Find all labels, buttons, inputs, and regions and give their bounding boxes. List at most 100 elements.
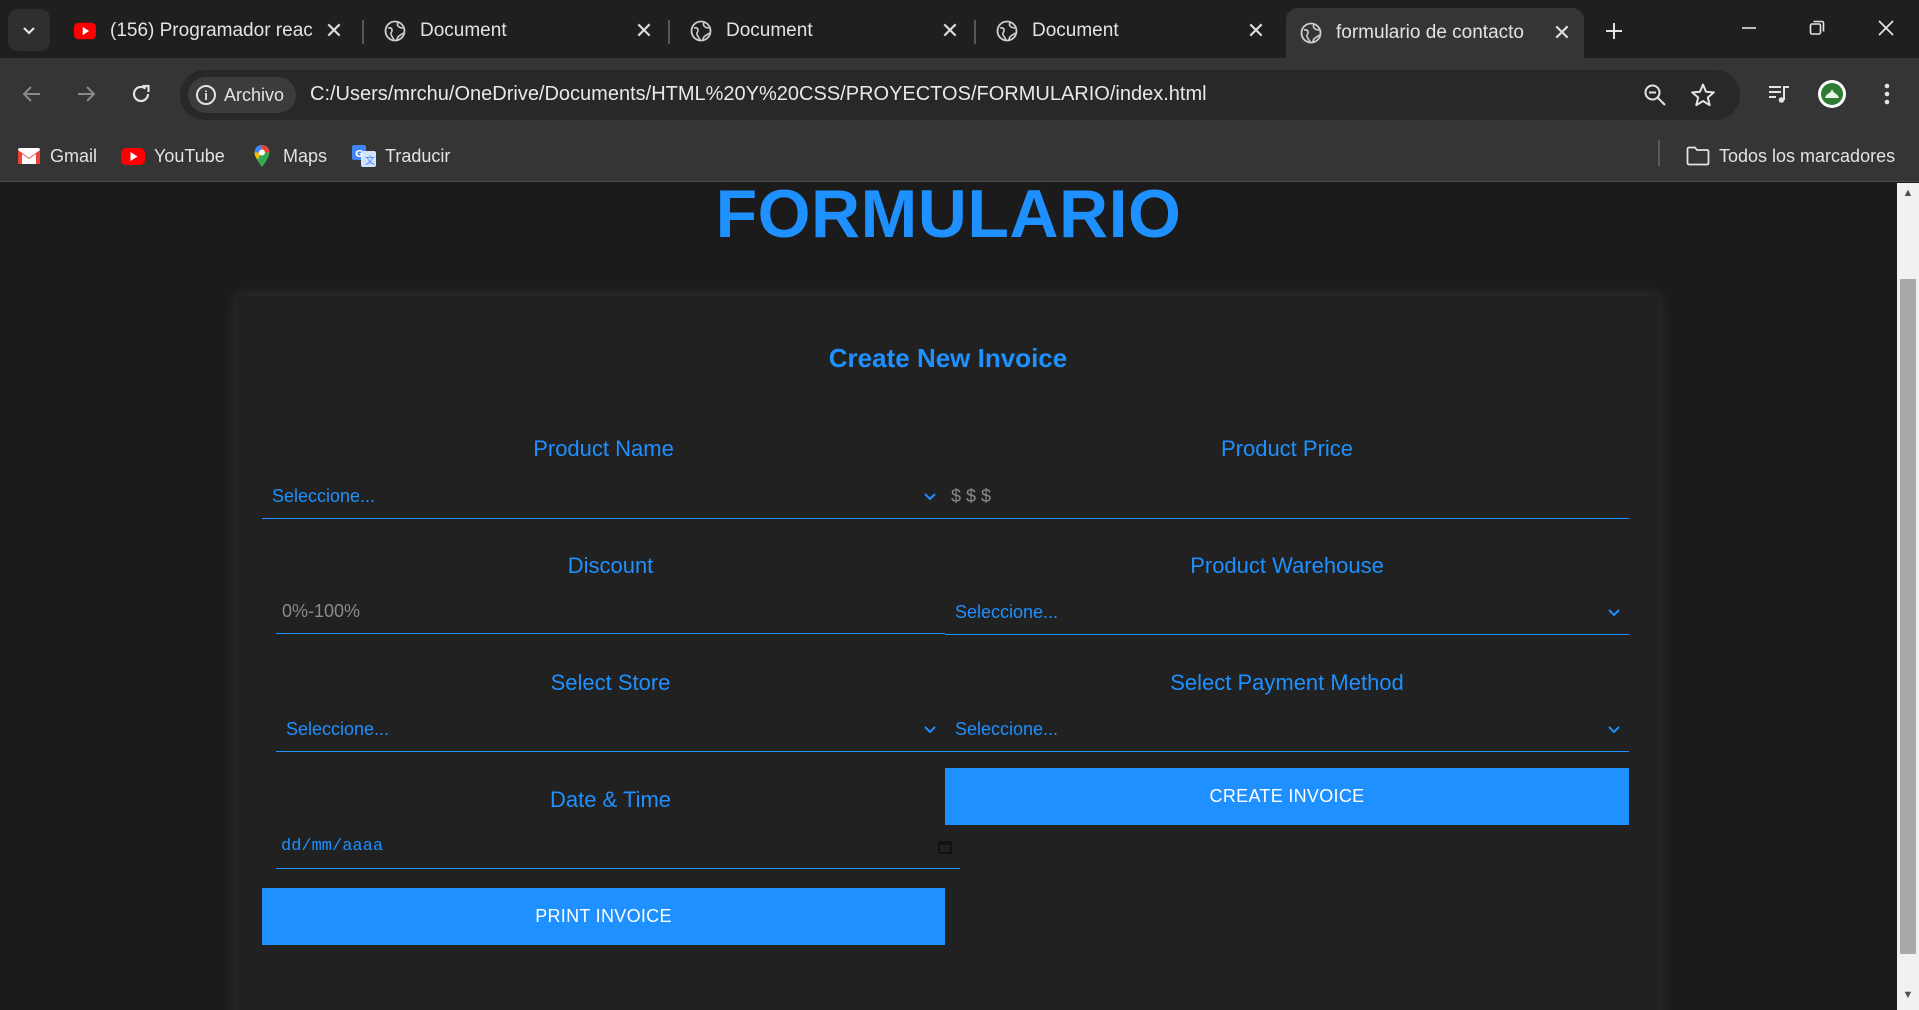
bookmark-youtube[interactable]: YouTube xyxy=(121,141,225,171)
media-controls-button[interactable] xyxy=(1759,74,1799,114)
tab-separator xyxy=(974,20,976,44)
close-icon xyxy=(1878,20,1894,36)
zoom-out-icon xyxy=(1644,84,1666,106)
date-time-input[interactable]: dd/mm/aaaa xyxy=(276,825,960,869)
tab-separator xyxy=(668,20,670,44)
discount-placeholder: 0%-100% xyxy=(282,601,361,621)
page-viewport: FORMULARIO Create New Invoice Product Na… xyxy=(0,183,1897,1010)
avatar xyxy=(1818,80,1846,108)
chevron-down-icon xyxy=(921,488,939,506)
star-icon xyxy=(1691,83,1715,107)
scroll-down-arrow-icon[interactable]: ▼ xyxy=(1902,989,1914,1001)
site-info-label: Archivo xyxy=(224,84,285,105)
url-text[interactable]: C:/Users/mrchu/OneDrive/Documents/HTML%2… xyxy=(310,83,1207,106)
select-store-select[interactable]: Seleccione... xyxy=(276,708,945,752)
product-name-select[interactable]: Seleccione... xyxy=(262,475,945,519)
scrollbar-thumb[interactable] xyxy=(1900,279,1916,954)
plus-icon xyxy=(1606,23,1622,39)
svg-text:G: G xyxy=(355,149,363,160)
translate-icon: G文 xyxy=(352,145,376,167)
bookmark-label: YouTube xyxy=(154,145,225,166)
close-icon[interactable]: ✕ xyxy=(1244,18,1268,43)
back-button[interactable] xyxy=(12,74,52,114)
chevron-down-icon xyxy=(921,721,939,739)
maps-icon xyxy=(250,145,274,167)
close-icon[interactable]: ✕ xyxy=(322,18,346,43)
reload-button[interactable] xyxy=(121,74,161,114)
product-name-label: Product Name xyxy=(533,436,674,461)
playlist-music-icon xyxy=(1769,86,1789,103)
tab-formulario-active[interactable]: formulario de contacto ✕ xyxy=(1286,8,1584,58)
zoom-button[interactable] xyxy=(1640,80,1670,110)
print-invoice-button[interactable]: PRINT INVOICE xyxy=(262,888,945,945)
close-icon[interactable]: ✕ xyxy=(938,18,962,43)
close-icon[interactable]: ✕ xyxy=(1550,20,1574,45)
tab-search-button[interactable] xyxy=(8,9,50,51)
tab-title: (156) Programador reac xyxy=(110,20,313,41)
all-bookmarks-button[interactable]: Todos los marcadores xyxy=(1686,141,1895,171)
payment-method-select[interactable]: Seleccione... xyxy=(945,708,1629,752)
forward-button[interactable] xyxy=(66,74,106,114)
arrow-left-icon xyxy=(22,86,40,102)
reload-icon xyxy=(132,84,150,103)
product-warehouse-select[interactable]: Seleccione... xyxy=(945,591,1629,635)
address-bar[interactable]: i Archivo C:/Users/mrchu/OneDrive/Docume… xyxy=(180,70,1740,120)
chevron-down-icon xyxy=(1605,604,1623,622)
product-warehouse-value: Seleccione... xyxy=(955,602,1059,622)
bookmark-label: Gmail xyxy=(50,145,98,166)
globe-icon xyxy=(690,20,712,42)
bookmark-label: Traducir xyxy=(385,145,451,166)
close-window-button[interactable] xyxy=(1858,8,1914,48)
tab-title: Document xyxy=(726,20,813,41)
minimize-icon xyxy=(1742,27,1756,29)
all-bookmarks-label: Todos los marcadores xyxy=(1719,145,1896,166)
payment-method-label: Select Payment Method xyxy=(1170,670,1404,695)
site-info-chip[interactable]: i Archivo xyxy=(188,77,297,113)
scroll-up-arrow-icon[interactable]: ▲ xyxy=(1902,187,1914,199)
gmail-icon xyxy=(17,145,41,167)
new-tab-button[interactable] xyxy=(1597,14,1631,48)
chevron-down-icon xyxy=(1605,721,1623,739)
discount-input[interactable]: 0%-100% xyxy=(276,590,945,634)
product-name-value: Seleccione... xyxy=(272,486,376,506)
svg-text:文: 文 xyxy=(365,154,375,167)
create-invoice-button[interactable]: CREATE INVOICE xyxy=(945,768,1629,825)
close-icon[interactable]: ✕ xyxy=(632,18,656,43)
tab-title: formulario de contacto xyxy=(1336,22,1524,43)
page-scrollbar[interactable]: ▲ ▼ xyxy=(1897,183,1919,1010)
payment-method-value: Seleccione... xyxy=(955,719,1059,739)
tab-document-1[interactable]: Document ✕ xyxy=(370,10,666,52)
youtube-icon xyxy=(74,20,96,42)
calendar-icon[interactable] xyxy=(936,838,954,856)
browser-menu-button[interactable] xyxy=(1867,74,1907,114)
form-title: Create New Invoice xyxy=(828,343,1068,373)
tab-title: Document xyxy=(1032,20,1119,41)
bookmark-label: Maps xyxy=(283,145,328,166)
product-price-label: Product Price xyxy=(1220,436,1354,461)
invoice-form-card: Create New Invoice Product Name Seleccio… xyxy=(237,296,1659,1010)
youtube-icon xyxy=(121,145,145,167)
tab-title: Document xyxy=(420,20,507,41)
minimize-button[interactable] xyxy=(1721,8,1777,48)
product-price-input[interactable]: $ $ $ xyxy=(945,475,1629,519)
tab-document-2[interactable]: Document ✕ xyxy=(676,10,972,52)
profile-avatar-button[interactable] xyxy=(1812,74,1852,114)
restore-button[interactable] xyxy=(1789,8,1845,48)
page-title: FORMULARIO xyxy=(715,183,1182,252)
globe-icon xyxy=(996,20,1018,42)
bookmark-star-button[interactable] xyxy=(1688,80,1718,110)
tab-document-3[interactable]: Document ✕ xyxy=(982,10,1278,52)
browser-toolbar: i Archivo C:/Users/mrchu/OneDrive/Docume… xyxy=(0,58,1919,130)
restore-icon xyxy=(1809,20,1825,35)
tab-youtube[interactable]: (156) Programador reac ✕ xyxy=(60,10,356,52)
bookmark-traducir[interactable]: G文 Traducir xyxy=(352,141,450,171)
chevron-down-icon xyxy=(23,27,35,35)
bookmark-maps[interactable]: Maps xyxy=(250,141,327,171)
select-store-label: Select Store xyxy=(550,670,671,695)
discount-label: Discount xyxy=(567,553,654,578)
folder-icon xyxy=(1686,145,1710,167)
bookmark-gmail[interactable]: Gmail xyxy=(17,141,97,171)
info-icon: i xyxy=(196,85,216,105)
tab-strip: (156) Programador reac ✕ Document ✕ Docu… xyxy=(0,0,1919,58)
date-time-placeholder: dd/mm/aaaa xyxy=(281,837,384,856)
